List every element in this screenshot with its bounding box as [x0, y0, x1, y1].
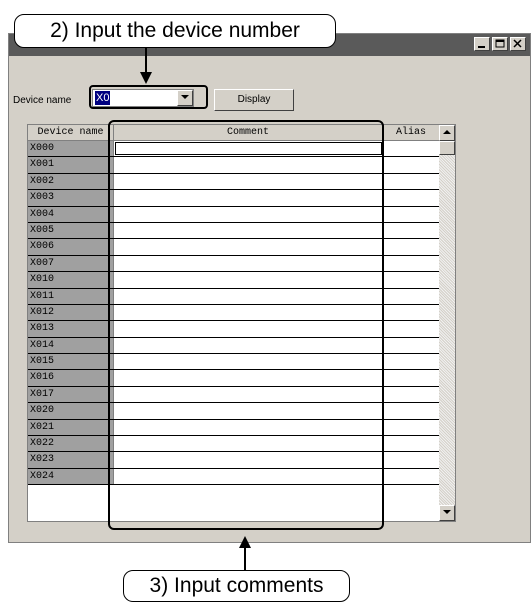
step2-callout: 2) Input the device number: [14, 14, 336, 48]
annotation-arrows: [140, 46, 251, 572]
arrow-up-icon: [239, 536, 251, 548]
step3-callout: 3) Input comments: [123, 570, 350, 602]
arrow-down-icon: [140, 72, 152, 84]
